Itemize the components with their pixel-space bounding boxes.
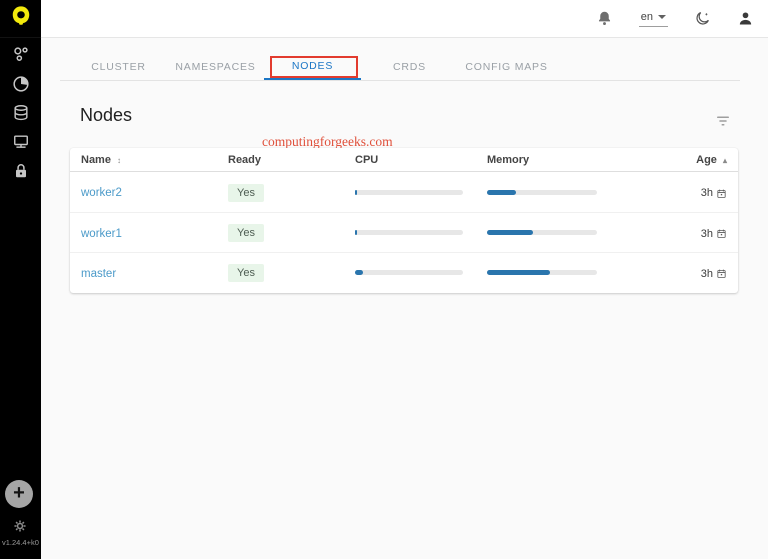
table-row: master Yes 3h [70, 252, 738, 292]
account-person-icon[interactable] [736, 10, 754, 28]
pie-chart-icon [11, 74, 31, 99]
sidebar-nav [0, 47, 41, 184]
column-label: Age [696, 154, 717, 166]
cluster-icon [11, 45, 31, 70]
tab-crds[interactable]: CRDS [361, 54, 458, 80]
tab-nodes[interactable]: NODES [264, 54, 361, 80]
age-value: 3h [701, 268, 713, 280]
calendar-icon [716, 228, 727, 239]
column-header-ready[interactable]: Ready [222, 154, 350, 166]
language-label: en [641, 11, 653, 23]
headlamp-app: + v1.24.4+k0 en [0, 0, 768, 559]
chevron-down-icon [658, 15, 666, 19]
node-link-worker1[interactable]: worker1 [81, 228, 122, 240]
cpu-usage-meter [355, 270, 463, 275]
sidebar-item-cluster[interactable] [10, 47, 31, 68]
column-label: Name [81, 154, 111, 166]
cpu-usage-meter [355, 230, 463, 235]
age-value: 3h [701, 187, 713, 199]
age-value: 3h [701, 228, 713, 240]
topbar: en [41, 0, 768, 38]
table-row: worker2 Yes 3h [70, 172, 738, 212]
sort-asc-icon: ▴ [723, 156, 727, 165]
table-header-row: Name ↕ Ready CPU Memory Age ▴ [70, 148, 738, 172]
filter-icon[interactable] [714, 112, 732, 128]
main-content: CLUSTER NAMESPACES NODES CRDS CONFIG MAP… [41, 38, 768, 559]
theme-toggle-moon-icon[interactable] [693, 10, 711, 28]
memory-usage-meter [487, 270, 597, 275]
tab-cluster[interactable]: CLUSTER [70, 54, 167, 80]
sidebar-item-security[interactable] [10, 163, 31, 184]
headlamp-logo-icon [10, 4, 32, 33]
add-cluster-fab[interactable]: + [5, 480, 33, 508]
column-header-cpu[interactable]: CPU [350, 154, 482, 166]
node-link-worker2[interactable]: worker2 [81, 187, 122, 199]
cluster-version-label: v1.24.4+k0 [2, 538, 41, 547]
language-selector[interactable]: en [639, 11, 668, 27]
resource-tabs: CLUSTER NAMESPACES NODES CRDS CONFIG MAP… [70, 54, 555, 80]
cpu-usage-meter [355, 190, 463, 195]
node-link-master[interactable]: master [81, 268, 116, 280]
column-header-memory[interactable]: Memory [482, 154, 680, 166]
calendar-icon [716, 268, 727, 279]
ready-status-badge: Yes [228, 184, 264, 202]
nodes-table: Name ↕ Ready CPU Memory Age ▴ worker2 Ye… [70, 148, 738, 293]
tab-config-maps[interactable]: CONFIG MAPS [458, 54, 555, 80]
settings-gear-icon[interactable] [13, 519, 27, 533]
sidebar: + v1.24.4+k0 [0, 0, 41, 559]
notifications-bell-icon[interactable] [596, 10, 614, 28]
sort-both-icon: ↕ [117, 156, 121, 165]
memory-usage-meter [487, 190, 597, 195]
memory-usage-meter [487, 230, 597, 235]
network-monitor-icon [11, 132, 31, 157]
ready-status-badge: Yes [228, 224, 264, 242]
sidebar-item-workloads[interactable] [10, 76, 31, 97]
column-header-name[interactable]: Name ↕ [70, 154, 222, 166]
table-row: worker1 Yes 3h [70, 212, 738, 252]
sidebar-item-storage[interactable] [10, 105, 31, 126]
tab-namespaces[interactable]: NAMESPACES [167, 54, 264, 80]
ready-status-badge: Yes [228, 264, 264, 282]
column-header-age[interactable]: Age ▴ [680, 154, 738, 166]
lock-icon [11, 161, 31, 186]
calendar-icon [716, 188, 727, 199]
database-icon [11, 103, 31, 128]
tabs-divider [60, 80, 740, 81]
app-logo[interactable] [0, 0, 41, 38]
page-title: Nodes [80, 105, 132, 126]
sidebar-item-network[interactable] [10, 134, 31, 155]
